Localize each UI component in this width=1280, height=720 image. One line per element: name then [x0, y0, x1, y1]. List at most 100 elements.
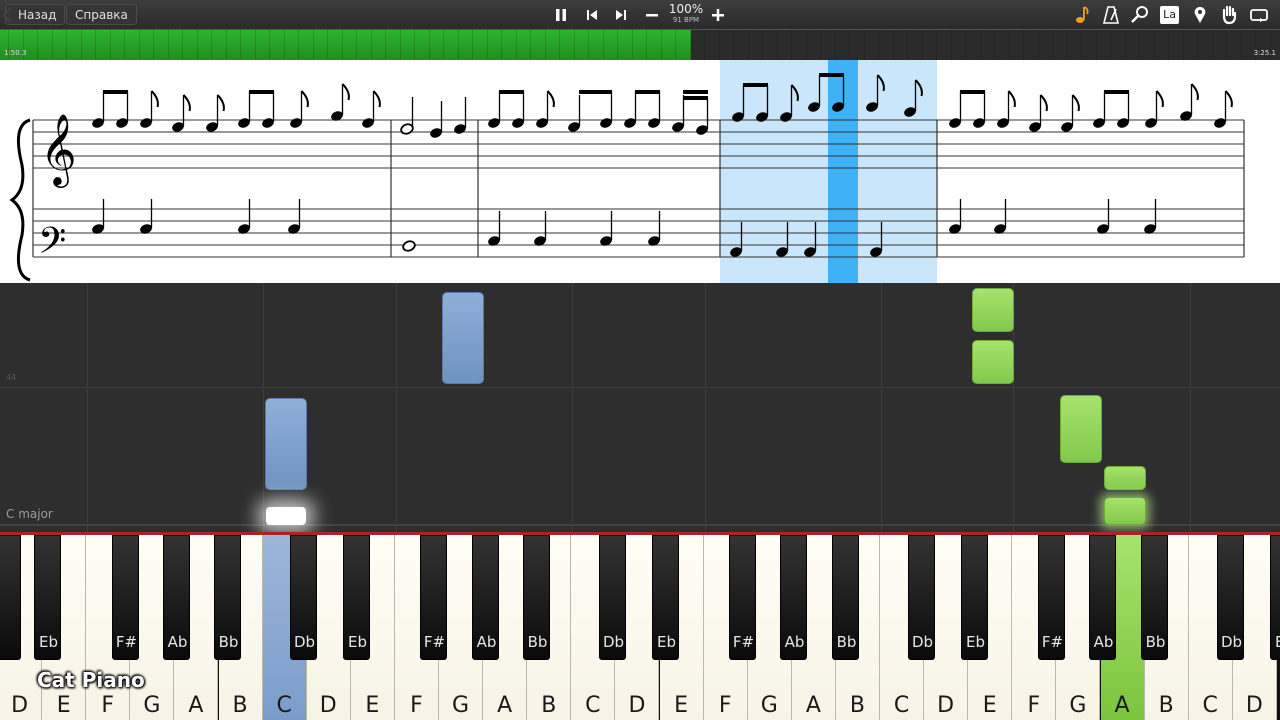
key-label: Bb — [218, 633, 239, 651]
black-key-db[interactable]: Db — [908, 535, 935, 660]
black-key-bb[interactable]: Bb — [523, 535, 550, 660]
black-key-eb[interactable]: Eb — [343, 535, 370, 660]
progress-tick — [283, 30, 285, 60]
progress-tick — [37, 30, 38, 60]
black-key-eb[interactable]: Eb — [652, 535, 679, 660]
progress-tick — [327, 30, 328, 60]
black-key-f#[interactable]: F# — [1038, 535, 1065, 660]
black-key-f#[interactable]: F# — [729, 535, 756, 660]
progress-tick — [501, 30, 502, 60]
key-label: F — [410, 693, 423, 718]
black-key-ab[interactable]: Ab — [163, 535, 190, 660]
black-key-db[interactable]: Db — [290, 535, 317, 660]
progress-tick — [1037, 30, 1039, 60]
song-progress-bar[interactable]: 1:50.3 3:25.1 — [0, 29, 1280, 60]
key-label: F# — [1041, 633, 1064, 651]
progress-tick — [1124, 30, 1126, 60]
black-key-f#[interactable]: F# — [112, 535, 139, 660]
progress-tick — [399, 30, 401, 60]
progress-tick — [1139, 30, 1140, 60]
black-key-ab[interactable]: Ab — [472, 535, 499, 660]
progress-tick — [718, 30, 720, 60]
key-label: C — [276, 693, 292, 718]
progress-tick — [762, 30, 763, 60]
black-key-eb[interactable]: Eb — [961, 535, 988, 660]
top-toolbar: Назад Справка 100% 91 BPM La — [0, 0, 1280, 29]
hand-icon[interactable] — [1218, 4, 1240, 26]
pause-icon[interactable] — [550, 4, 572, 26]
magnifier-icon[interactable] — [1129, 4, 1151, 26]
black-key-eb[interactable]: Eb — [1270, 535, 1280, 660]
key-label: Bb — [527, 633, 548, 651]
brand-watermark: Cat Piano — [37, 668, 145, 692]
location-pin-icon[interactable] — [1189, 4, 1211, 26]
black-key-ab[interactable]: Ab — [780, 535, 807, 660]
progress-tick — [182, 30, 183, 60]
note-beam — [499, 90, 524, 94]
progress-tick — [704, 30, 705, 60]
key-label: F — [1027, 693, 1041, 718]
language-badge: La — [1160, 6, 1179, 24]
tempo-increase-icon[interactable] — [707, 4, 729, 26]
black-key-ab[interactable]: Ab — [1089, 535, 1116, 660]
progress-tick — [1052, 30, 1053, 60]
black-key-db[interactable]: Db — [1217, 535, 1244, 660]
loop-icon[interactable] — [1248, 4, 1270, 26]
key-label: D — [937, 693, 955, 718]
progress-tick — [109, 30, 111, 60]
note-flag — [1039, 94, 1048, 112]
note-flag — [150, 90, 159, 108]
help-button[interactable]: Справка — [66, 4, 137, 25]
progress-tick — [530, 30, 531, 60]
progress-tick — [1197, 30, 1198, 60]
progress-tick — [1226, 30, 1227, 60]
key-label: C — [893, 693, 910, 718]
progress-tick — [921, 30, 923, 60]
progress-tick — [979, 30, 981, 60]
language-icon[interactable]: La — [1158, 4, 1180, 26]
skip-forward-icon[interactable] — [610, 4, 632, 26]
progress-tick — [1153, 30, 1155, 60]
note-beam — [579, 90, 612, 94]
black-key-bb[interactable]: Bb — [832, 535, 859, 660]
progress-tick — [196, 30, 198, 60]
back-button[interactable]: Назад — [5, 4, 66, 25]
progress-tick — [225, 30, 227, 60]
black-key-f#[interactable]: F# — [420, 535, 447, 660]
current-time: 1:50.3 — [4, 49, 27, 57]
black-key-eb[interactable]: Eb — [34, 535, 61, 660]
note-beam — [635, 90, 660, 94]
sheet-music-staff: 𝄞 𝄢 — [9, 60, 1245, 283]
key-label: Eb — [657, 633, 676, 651]
key-label: G — [760, 693, 778, 718]
note-flag — [1224, 90, 1233, 108]
black-key-bb[interactable]: Bb — [1141, 535, 1168, 660]
note-beam — [683, 90, 708, 94]
note-flag — [1155, 90, 1164, 108]
black-key[interactable] — [0, 535, 21, 660]
progress-tick — [1095, 30, 1097, 60]
key-label: G — [1069, 693, 1087, 718]
black-key-db[interactable]: Db — [599, 535, 626, 660]
progress-tick — [1182, 30, 1184, 60]
metronome-icon[interactable] — [1100, 4, 1122, 26]
key-signature-label: C major — [6, 507, 53, 521]
piano-keyboard: D E F G A B C D E F G A B C D E F G A B C D E F G A B C D Eb F# Ab Bb Db E… — [0, 532, 1280, 720]
progress-tick — [950, 30, 952, 60]
progress-tick — [443, 30, 444, 60]
falling-note-right-hand — [1104, 497, 1146, 525]
progress-tick — [457, 30, 459, 60]
bass-clef-icon: 𝄢 — [38, 220, 66, 271]
progress-tick — [863, 30, 865, 60]
note-beam — [960, 90, 985, 94]
black-key-bb[interactable]: Bb — [214, 535, 241, 660]
skip-back-icon[interactable] — [581, 4, 603, 26]
note-icon[interactable] — [1071, 4, 1093, 26]
progress-tick — [820, 30, 821, 60]
progress-tick — [573, 30, 575, 60]
tempo-decrease-icon[interactable] — [641, 4, 663, 26]
progress-tick — [602, 30, 604, 60]
progress-tick — [95, 30, 96, 60]
progress-tick — [312, 30, 314, 60]
progress-tick — [791, 30, 792, 60]
